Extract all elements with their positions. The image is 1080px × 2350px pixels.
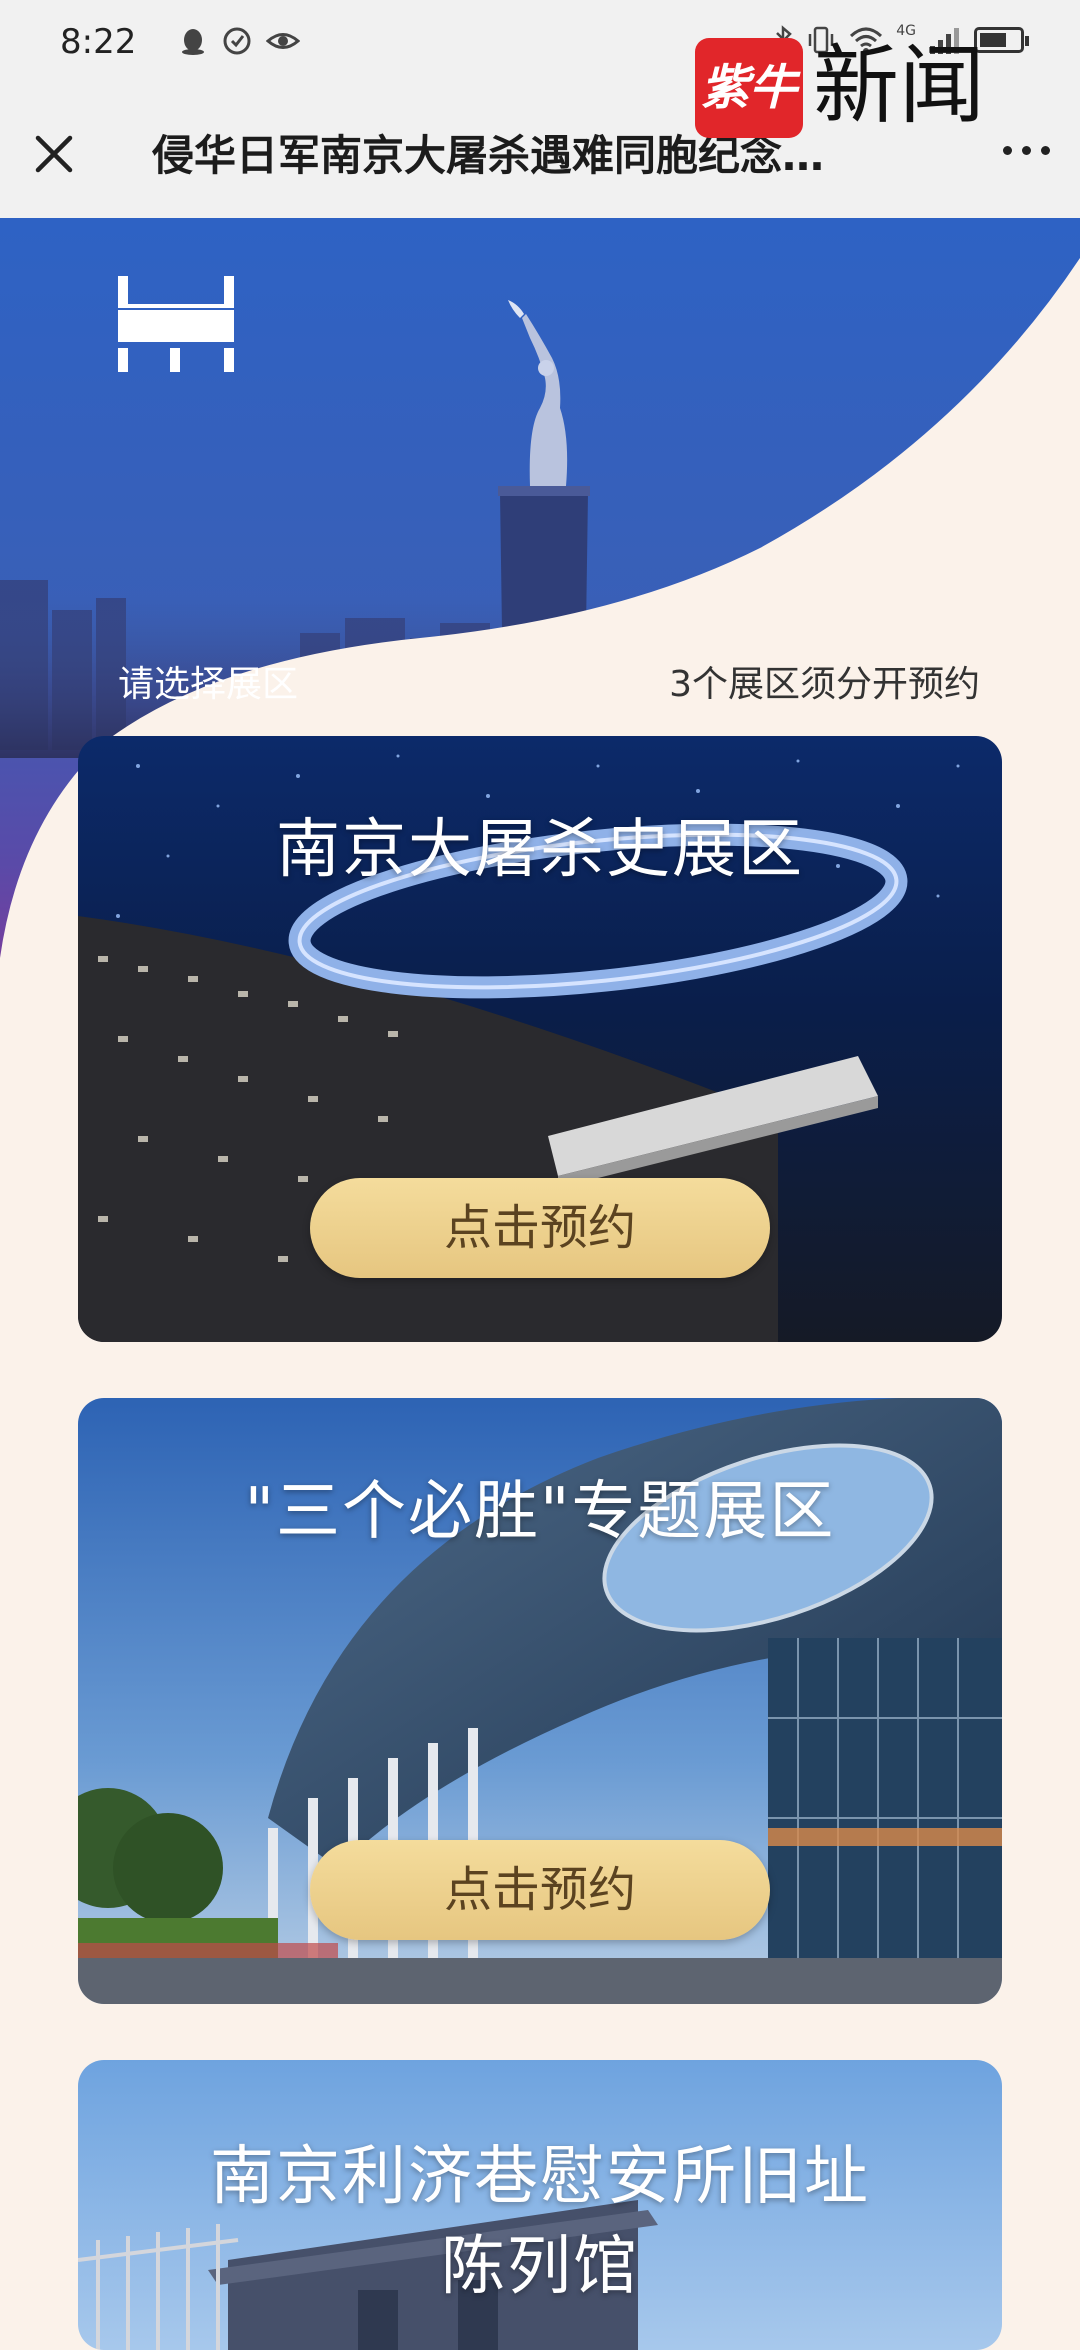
more-menu-button[interactable] bbox=[1003, 146, 1050, 155]
exhibit-title: 南京利济巷慰安所旧址 陈列馆 bbox=[78, 2132, 1002, 2312]
close-button[interactable] bbox=[26, 126, 82, 182]
exhibit-card-massacre-history[interactable]: 南京大屠杀史展区 点击预约 bbox=[78, 736, 1002, 1342]
watermark-brand: 新闻 bbox=[813, 36, 985, 136]
reserve-button[interactable]: 点击预约 bbox=[310, 1178, 770, 1278]
status-time: 8:22 bbox=[60, 22, 137, 62]
watermark: 紫牛 新闻 bbox=[695, 36, 1015, 138]
exhibit-title-line2: 陈列馆 bbox=[441, 2230, 639, 2304]
notification-icons bbox=[178, 26, 301, 56]
exhibit-title-line1: 南京利济巷慰安所旧址 bbox=[210, 2140, 870, 2214]
exhibit-card-three-victories[interactable]: "三个必胜"专题展区 点击预约 bbox=[78, 1398, 1002, 2004]
select-area-label: 请选择展区 bbox=[118, 664, 299, 705]
eye-icon bbox=[265, 26, 301, 56]
qq-icon bbox=[178, 26, 208, 56]
more-dot-icon bbox=[1041, 146, 1050, 155]
exhibit-card-lijixiang[interactable]: 南京利济巷慰安所旧址 陈列馆 bbox=[78, 2060, 1002, 2350]
exhibit-title: "三个必胜"专题展区 bbox=[244, 1475, 836, 1549]
close-icon bbox=[35, 135, 73, 173]
exhibit-title: 南京大屠杀史展区 bbox=[276, 813, 804, 887]
app-notification-icon bbox=[222, 26, 252, 56]
reservation-note: 3个展区须分开预约 bbox=[669, 664, 980, 705]
more-dot-icon bbox=[1003, 146, 1012, 155]
more-dot-icon bbox=[1022, 146, 1031, 155]
watermark-logo: 紫牛 bbox=[695, 38, 803, 138]
reserve-button[interactable]: 点击预约 bbox=[310, 1840, 770, 1940]
